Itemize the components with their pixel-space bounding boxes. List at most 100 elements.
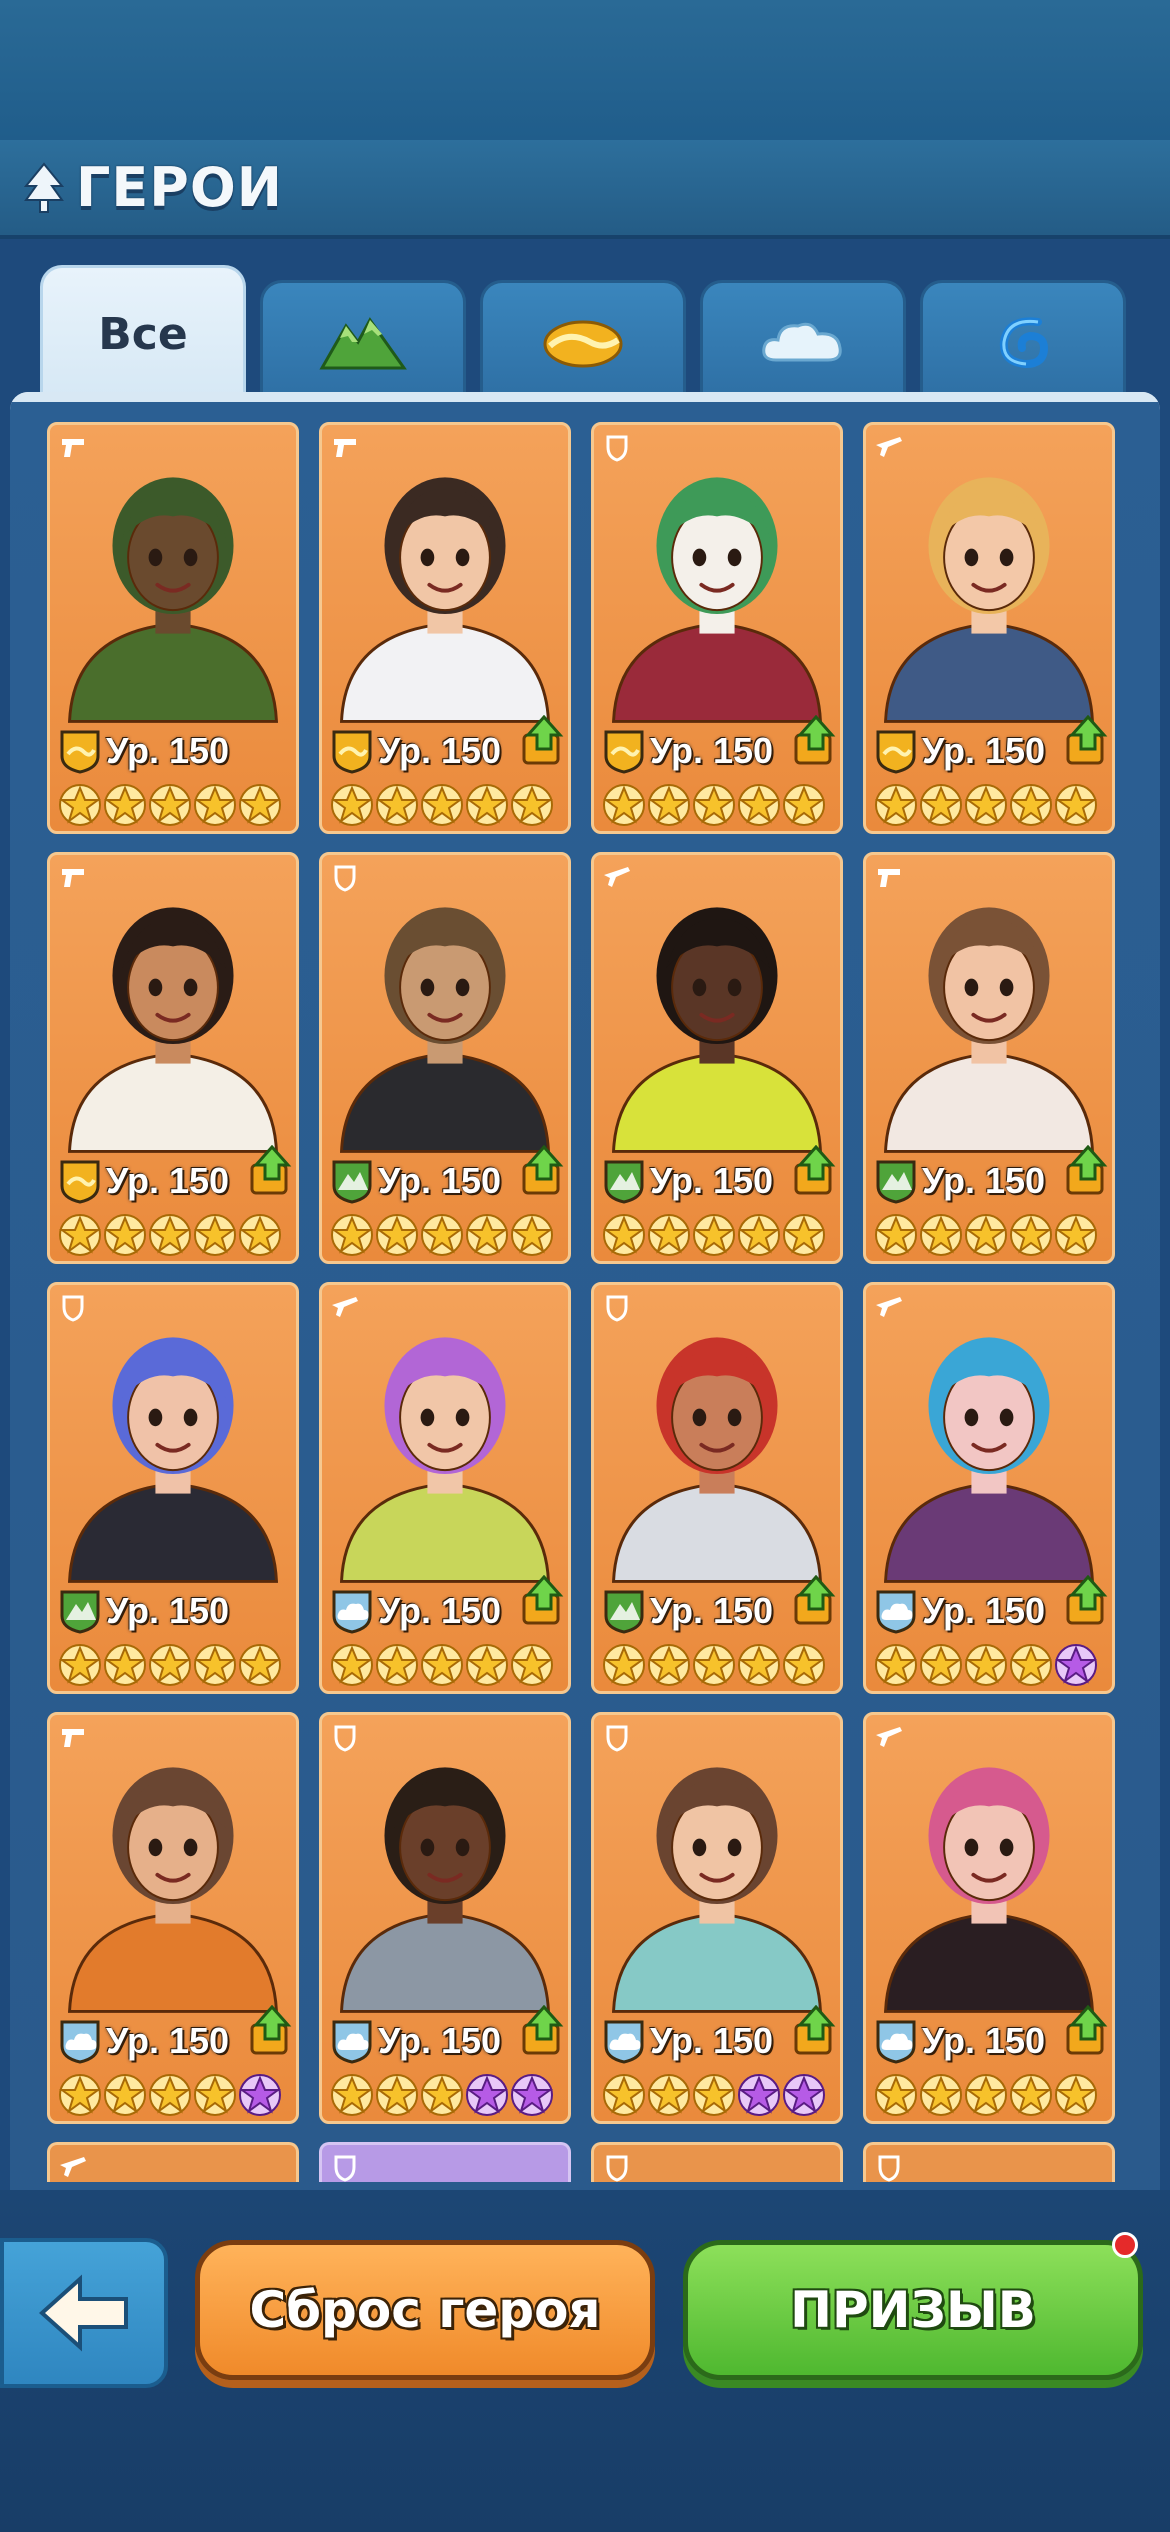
gold-star-icon	[1054, 1214, 1098, 1256]
tab-all[interactable]: Все	[40, 265, 246, 400]
hero-card[interactable]: Ур. 150	[319, 422, 571, 834]
gold-star-icon	[782, 1644, 826, 1686]
tab-all-label: Все	[98, 308, 188, 360]
upgrade-available-icon	[794, 2005, 836, 2055]
desert-element-icon	[604, 730, 644, 774]
hero-card[interactable]: Ур. 150	[863, 422, 1115, 834]
shield-role-icon	[606, 2155, 628, 2182]
gold-star-icon	[692, 784, 736, 826]
hero-card-partial[interactable]	[47, 2142, 299, 2182]
purple-star-icon	[238, 2074, 282, 2116]
gold-star-icon	[692, 1214, 736, 1256]
hero-level-row: Ур. 150	[330, 2017, 501, 2065]
gold-star-icon	[148, 1644, 192, 1686]
water-icon	[999, 316, 1049, 368]
heroes-panel-inner: Ур. 150 Ур. 150 Ур. 150 Ур. 150 Ур. 150 Ур. 1…	[10, 392, 1160, 2192]
hero-card[interactable]: Ур. 150	[863, 1712, 1115, 2124]
hero-portrait	[883, 477, 1095, 723]
gold-star-icon	[919, 784, 963, 826]
purple-star-icon	[1054, 1644, 1098, 1686]
hero-stars	[602, 783, 827, 827]
gold-star-icon	[647, 1644, 691, 1686]
gold-star-icon	[193, 784, 237, 826]
gold-star-icon	[58, 1644, 102, 1686]
gold-star-icon	[1054, 784, 1098, 826]
hero-stars	[874, 2073, 1099, 2117]
gold-star-icon	[510, 1214, 554, 1256]
tab-water[interactable]	[920, 280, 1126, 400]
gold-star-icon	[330, 1644, 374, 1686]
purple-star-icon	[465, 2074, 509, 2116]
tab-cloud[interactable]	[700, 280, 906, 400]
gold-star-icon	[1009, 784, 1053, 826]
hero-card[interactable]: Ур. 150	[47, 852, 299, 1264]
gold-star-icon	[420, 1214, 464, 1256]
upgrade-available-icon	[794, 1575, 836, 1625]
gun-role-icon	[62, 1729, 84, 1747]
upgrade-available-icon	[522, 715, 564, 765]
rifle-role-icon	[604, 867, 630, 887]
desert-icon	[543, 320, 623, 367]
gold-star-icon	[737, 1214, 781, 1256]
gold-star-icon	[193, 2074, 237, 2116]
hero-card[interactable]: Ур. 150	[319, 1282, 571, 1694]
shield-role-icon	[334, 865, 356, 892]
reset-hero-button[interactable]: Сброс героя	[195, 2240, 655, 2380]
hero-stars	[330, 783, 555, 827]
hero-level: Ур. 150	[378, 1160, 502, 1201]
tab-desert[interactable]	[480, 280, 686, 400]
hero-level-row: Ур. 150	[58, 1157, 229, 1205]
hero-level: Ур. 150	[922, 2020, 1046, 2061]
hero-portrait	[67, 1337, 279, 1583]
gold-star-icon	[874, 1644, 918, 1686]
gold-star-icon	[375, 1214, 419, 1256]
hero-card-partial[interactable]	[591, 2142, 843, 2182]
hero-card[interactable]: Ур. 150	[319, 1712, 571, 2124]
hero-card-partial[interactable]	[863, 2142, 1115, 2182]
gold-star-icon	[420, 2074, 464, 2116]
gold-star-icon	[602, 2074, 646, 2116]
cloud-element-icon	[332, 1590, 372, 1634]
hero-level-row: Ур. 150	[58, 1587, 229, 1635]
hero-card[interactable]: Ур. 150	[47, 422, 299, 834]
hero-stars	[602, 1213, 827, 1257]
shield-role-icon	[878, 2155, 900, 2182]
hero-card[interactable]: Ур. 150	[863, 1282, 1115, 1694]
gold-star-icon	[58, 2074, 102, 2116]
gold-star-icon	[330, 784, 374, 826]
gold-star-icon	[874, 2074, 918, 2116]
hero-level-row: Ур. 150	[874, 1157, 1045, 1205]
hero-level: Ур. 150	[650, 1160, 774, 1201]
tab-mountain[interactable]	[260, 280, 466, 400]
upgrade-available-icon	[522, 1145, 564, 1195]
gun-role-icon	[62, 869, 84, 887]
upgrade-available-icon	[1066, 2005, 1108, 2055]
hero-card[interactable]: Ур. 150	[591, 1712, 843, 2124]
tree-icon	[23, 161, 65, 213]
hero-card[interactable]: Ур. 150	[591, 852, 843, 1264]
hero-card[interactable]: Ур. 150	[319, 852, 571, 1264]
hero-level: Ур. 150	[378, 1590, 502, 1631]
summon-button[interactable]: ПРИЗЫВ	[683, 2240, 1143, 2380]
rifle-role-icon	[876, 1297, 902, 1317]
hero-card[interactable]: Ур. 150	[591, 1282, 843, 1694]
hero-portrait	[339, 477, 551, 723]
hero-portrait	[67, 477, 279, 723]
element-tabs: Все	[40, 265, 1130, 400]
hero-card[interactable]: Ур. 150	[863, 852, 1115, 1264]
arrow-left-icon	[39, 2274, 128, 2352]
hero-level: Ур. 150	[922, 1160, 1046, 1201]
hero-card[interactable]: Ур. 150	[591, 422, 843, 834]
hero-portrait	[883, 1767, 1095, 2013]
hero-card[interactable]: Ур. 150	[47, 1712, 299, 2124]
hero-level-row: Ур. 150	[874, 1587, 1045, 1635]
hero-portrait	[611, 477, 823, 723]
hero-card-partial[interactable]	[319, 2142, 571, 2182]
gold-star-icon	[647, 2074, 691, 2116]
back-button[interactable]	[0, 2238, 168, 2388]
hero-portrait	[883, 1337, 1095, 1583]
mountain-element-icon	[604, 1160, 644, 1204]
hero-card[interactable]: Ур. 150	[47, 1282, 299, 1694]
gold-star-icon	[919, 2074, 963, 2116]
mountain-element-icon	[604, 1590, 644, 1634]
